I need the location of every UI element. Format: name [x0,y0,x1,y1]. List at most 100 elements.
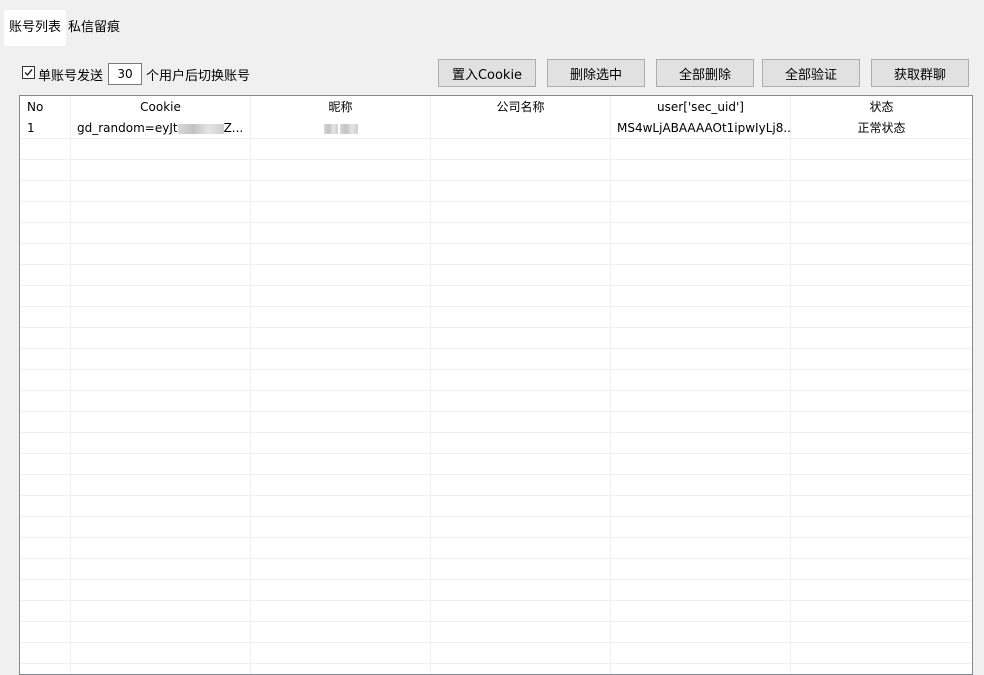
empty-cell [611,307,791,328]
empty-cell [71,391,251,412]
import-cookie-button[interactable]: 置入Cookie [438,59,536,87]
empty-cell [611,517,791,538]
empty-cell [20,538,71,559]
empty-row [20,601,972,622]
empty-cell [251,433,431,454]
empty-cell [20,643,71,664]
empty-cell [71,202,251,223]
empty-cell [251,370,431,391]
empty-cell [71,139,251,160]
redacted-blur [177,123,224,134]
column-header-company[interactable]: 公司名称 [431,96,611,118]
empty-cell [20,286,71,307]
switch-count-input[interactable] [108,63,142,85]
empty-cell [431,370,611,391]
fetch-group-chat-button[interactable]: 获取群聊 [871,59,969,87]
empty-cell [71,181,251,202]
empty-cell [431,202,611,223]
account-table[interactable]: No Cookie 昵称 公司名称 user['sec_uid'] 状态 1 g… [19,95,973,675]
empty-cell [71,349,251,370]
empty-cell [791,370,972,391]
empty-cell [71,580,251,601]
empty-cell [791,412,972,433]
empty-cell [71,223,251,244]
cell-no: 1 [20,118,71,139]
column-header-no[interactable]: No [20,96,71,118]
empty-cell [791,139,972,160]
empty-cell [251,643,431,664]
delete-selected-button[interactable]: 删除选中 [547,59,645,87]
checkmark-icon [24,69,33,77]
empty-cell [71,601,251,622]
empty-row [20,391,972,412]
empty-cell [431,181,611,202]
empty-cell [791,580,972,601]
empty-cell [251,244,431,265]
redacted-blur [339,123,358,134]
empty-cell [251,265,431,286]
verify-all-button[interactable]: 全部验证 [762,59,860,87]
empty-cell [611,160,791,181]
empty-cell [251,475,431,496]
empty-cell [20,244,71,265]
tab-dm-trace[interactable]: 私信留痕 [68,10,128,46]
switch-after-label: 个用户后切换账号 [146,69,251,84]
empty-cell [251,307,431,328]
empty-row [20,559,972,580]
empty-cell [791,328,972,349]
cell-cookie: gd_random=eyJt Z... [71,118,251,139]
empty-cell [20,370,71,391]
empty-row [20,412,972,433]
empty-cell [791,538,972,559]
table-header: No Cookie 昵称 公司名称 user['sec_uid'] 状态 [20,96,972,118]
empty-cell [791,181,972,202]
empty-cell [251,286,431,307]
empty-cell [251,496,431,517]
cell-company [431,118,611,139]
column-header-status[interactable]: 状态 [791,96,972,118]
column-header-sec-uid[interactable]: user['sec_uid'] [611,96,791,118]
empty-cell [431,160,611,181]
empty-cell [20,601,71,622]
empty-cell [20,475,71,496]
empty-cell [611,370,791,391]
empty-row [20,496,972,517]
empty-cell [20,349,71,370]
empty-row [20,160,972,181]
empty-cell [431,223,611,244]
empty-row [20,349,972,370]
tab-account-list[interactable]: 账号列表 [4,10,66,46]
single-account-send-checkbox[interactable] [22,66,35,79]
empty-cell [611,265,791,286]
table-row[interactable]: 1 gd_random=eyJt Z... MS4wLjABAAAAOt1ipwI… [20,118,972,139]
empty-cell [20,412,71,433]
empty-cell [791,559,972,580]
cell-status: 正常状态 [857,121,906,135]
empty-cell [431,601,611,622]
empty-cell [20,328,71,349]
empty-cell [71,559,251,580]
empty-row [20,265,972,286]
empty-cell [251,391,431,412]
empty-cell [611,286,791,307]
empty-cell [431,496,611,517]
empty-cell [20,391,71,412]
empty-cell [71,622,251,643]
empty-cell [791,223,972,244]
empty-cell [71,496,251,517]
empty-cell [611,475,791,496]
empty-cell [71,412,251,433]
empty-cell [71,517,251,538]
cookie-prefix: gd_random=eyJt [77,121,178,135]
delete-all-button[interactable]: 全部删除 [656,59,754,87]
empty-cell [611,139,791,160]
empty-cell [20,517,71,538]
empty-cell [791,391,972,412]
empty-cell [20,160,71,181]
column-header-nickname[interactable]: 昵称 [251,96,431,118]
column-header-cookie[interactable]: Cookie [71,96,251,118]
redacted-blur [323,123,338,134]
empty-cell [71,538,251,559]
empty-row [20,181,972,202]
empty-cell [251,349,431,370]
